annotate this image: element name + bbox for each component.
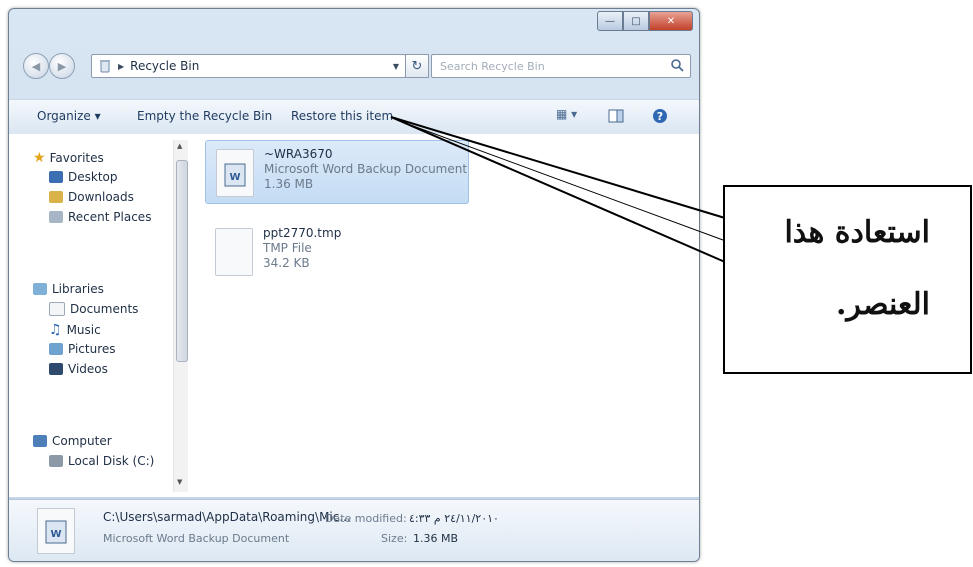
callout-box: استعادة هذا العنصر. — [723, 185, 972, 374]
callout-line-1: استعادة هذا — [784, 215, 930, 250]
callout-line-2: العنصر. — [835, 287, 930, 322]
